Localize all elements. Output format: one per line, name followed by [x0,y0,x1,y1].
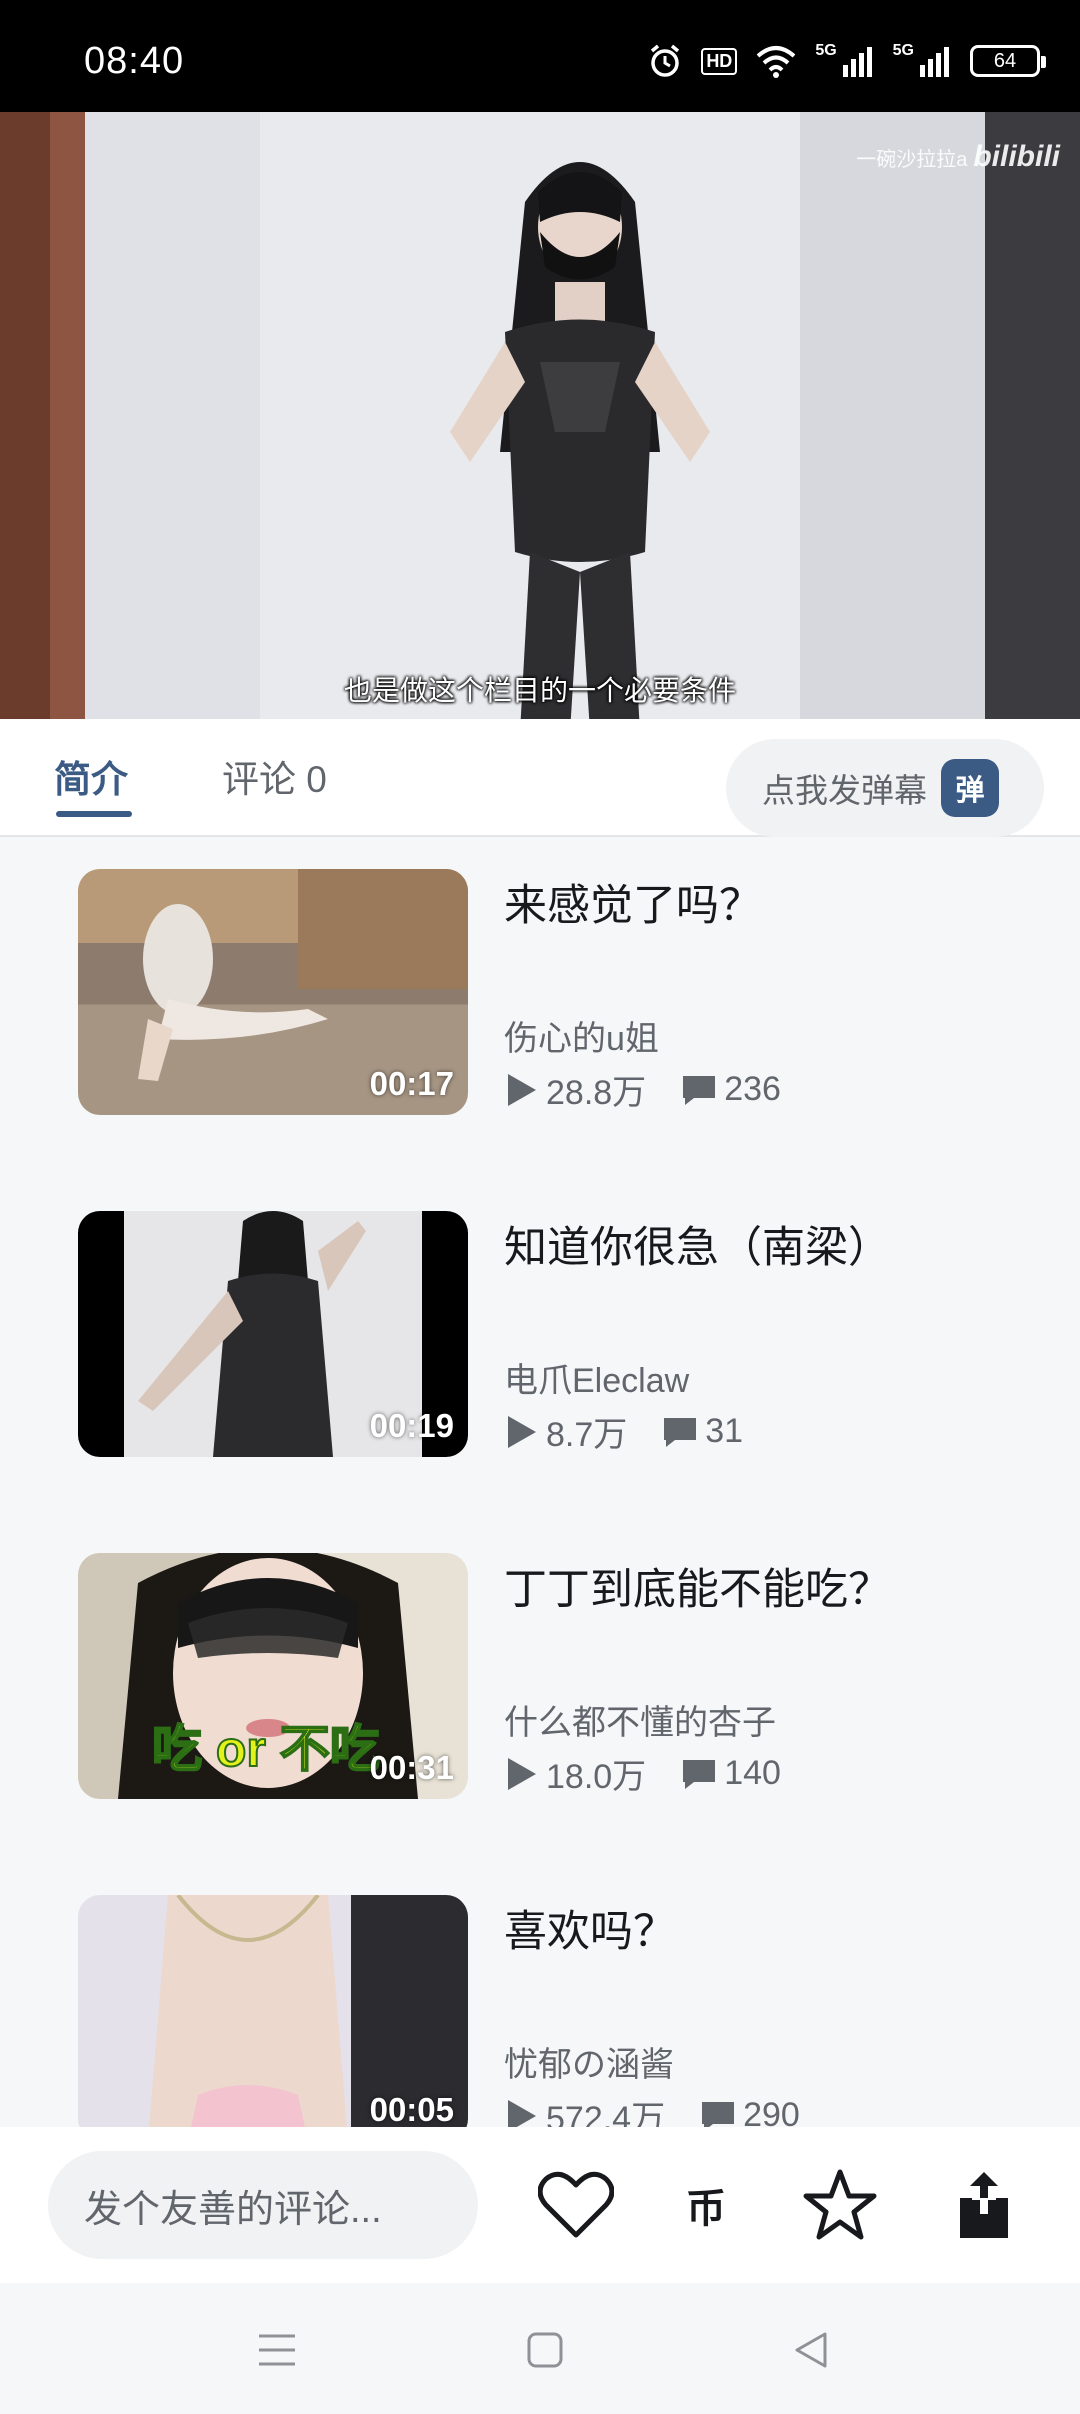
comment-count: 290 [743,2096,800,2127]
play-icon [508,1073,536,1106]
play-icon [508,1415,536,1448]
video-thumbnail[interactable]: 00:17 [78,869,468,1115]
battery-level: 64 [993,49,1017,72]
like-button[interactable] [536,2167,616,2243]
video-duration: 00:17 [369,1065,454,1102]
share-icon [960,2172,1008,2238]
back-triangle-icon [795,2332,827,2368]
danmaku-icon: 弹 [941,759,999,817]
network-type-2: 5G [892,42,914,59]
signal-icon-2 [920,47,949,77]
list-item[interactable]: 吃 or 不吃 00:31 丁丁到底能不能吃？ 什么都不懂的杏子 18.0万 1… [78,1553,1038,1799]
video-stats: 18.0万 140 [504,1749,781,1798]
video-stats: 8.7万 31 [504,1407,743,1456]
video-author[interactable]: 忧郁の涵酱 [504,2037,674,2086]
play-icon [508,1757,536,1790]
alarm-icon [651,44,680,77]
menu-button[interactable] [252,2325,302,2375]
list-item[interactable]: 00:17 来感觉了吗？ 伤心的u姐 28.8万 236 [78,869,1038,1115]
thumbnail-caption: 吃 or 不吃 [151,1720,381,1778]
video-author[interactable]: 电爪Eleclaw [504,1353,689,1402]
comment-bubble-icon [664,1417,697,1447]
video-thumbnail[interactable]: 00:19 [78,1211,468,1457]
bottom-action-bar: 发个友善的评论... 币 [0,2127,1080,2283]
detail-tabs: 简介 评论 0 点我发弹幕 弹 [0,719,1080,837]
favorite-button[interactable] [800,2167,880,2243]
network-type-1: 5G [815,42,837,59]
view-count: 28.8万 [546,1074,647,1112]
play-icon [508,2099,536,2127]
share-button[interactable] [944,2167,1024,2243]
comment-bubble-icon [683,1759,716,1789]
bilibili-logo: bilibili [973,140,1060,173]
back-button[interactable] [786,2325,836,2375]
send-danmaku-button[interactable]: 点我发弹幕 弹 [726,739,1044,837]
home-button[interactable] [520,2325,570,2375]
video-duration: 00:05 [369,2091,454,2127]
signal-icon [842,47,872,77]
view-count: 572.4万 [546,2100,666,2127]
comment-count: 236 [724,1070,781,1108]
video-thumbnail[interactable]: 吃 or 不吃 00:31 [78,1553,468,1799]
coin-icon: 币 [686,2187,726,2231]
star-icon [803,2169,877,2240]
menu-icon [259,2334,295,2366]
list-item[interactable]: 00:19 知道你很急（南梁） 电爪Eleclaw 8.7万 31 [78,1211,1038,1457]
video-title[interactable]: 丁丁到底能不能吃？ [504,1555,891,1617]
video-stats: 572.4万 290 [504,2091,800,2127]
status-time: 08:40 [84,40,185,82]
video-watermark: 一碗沙拉拉a bilibili [856,140,1060,174]
video-stats: 28.8万 236 [504,1065,781,1114]
hd-voice-icon: HD [701,47,738,75]
video-author[interactable]: 什么都不懂的杏子 [504,1695,776,1744]
comment-bubble-icon [702,2101,735,2127]
heart-icon [538,2171,614,2238]
video-subtitle: 也是做这个栏目的一个必要条件 [343,675,736,706]
comment-count: 31 [705,1412,744,1450]
video-player[interactable]: 一碗沙拉拉a bilibili 也是做这个栏目的一个必要条件 [0,112,1080,719]
comment-count: 140 [724,1754,781,1792]
video-duration: 00:31 [369,1749,454,1786]
battery-icon: 64 [970,45,1046,77]
video-title[interactable]: 来感觉了吗？ [504,871,762,933]
video-duration: 00:19 [369,1407,454,1444]
video-title[interactable]: 喜欢吗？ [504,1897,676,1959]
wifi-icon [756,46,796,78]
related-video-list: 00:17 来感觉了吗？ 伤心的u姐 28.8万 236 00:19 知道你很急… [0,837,1080,2127]
video-author[interactable]: 伤心的u姐 [504,1011,659,1060]
tab-intro[interactable]: 简介 [54,749,132,817]
video-thumbnail[interactable]: 00:05 [78,1895,468,2127]
watermark-user: 一碗沙拉拉a [856,148,968,171]
system-nav-bar [0,2283,1080,2414]
comment-bubble-icon [683,1075,716,1105]
danmaku-label: 点我发弹幕 [762,772,927,809]
status-bar: 08:40 HD 5G 5G 64 [0,0,1080,112]
list-item[interactable]: 00:05 喜欢吗？ 忧郁の涵酱 572.4万 290 [78,1895,1038,2127]
video-title[interactable]: 知道你很急（南梁） [504,1213,891,1275]
comment-input[interactable]: 发个友善的评论... [48,2151,478,2259]
tab-comments[interactable]: 评论 0 [222,749,327,803]
home-square-icon [527,2332,563,2368]
view-count: 18.0万 [546,1758,647,1796]
status-icons: HD 5G 5G 64 [647,40,1046,82]
video-frame-figure [450,162,710,719]
coin-button[interactable]: 币 [666,2167,746,2243]
view-count: 8.7万 [546,1416,628,1454]
